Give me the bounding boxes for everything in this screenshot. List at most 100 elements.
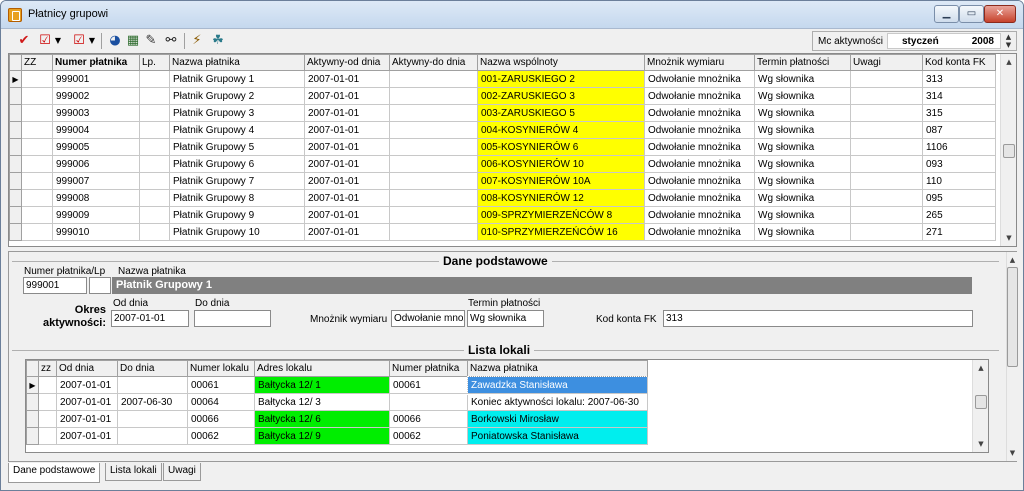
table-cell[interactable]: 999004 <box>52 121 140 139</box>
scroll-down-icon[interactable]: ▼ <box>1002 231 1016 245</box>
wand-icon[interactable]: ⚡ <box>190 32 204 49</box>
table-cell[interactable]: 00062 <box>389 427 468 445</box>
table-cell[interactable] <box>389 155 478 173</box>
table-cell[interactable]: 315 <box>922 104 996 122</box>
table-cell[interactable]: 005-KOSYNIERÓW 6 <box>477 138 645 156</box>
table-cell[interactable] <box>389 223 478 241</box>
table-cell[interactable] <box>21 70 53 88</box>
scroll-up-icon[interactable]: ▲ <box>1007 253 1018 267</box>
table-cell[interactable]: 00064 <box>187 393 255 411</box>
table-cell[interactable] <box>850 138 923 156</box>
lokale-column-header[interactable]: zz <box>38 360 57 377</box>
scroll-down-icon[interactable]: ▼ <box>1007 446 1018 460</box>
table-cell[interactable] <box>139 172 170 190</box>
table-cell[interactable] <box>139 121 170 139</box>
table-cell[interactable] <box>21 138 53 156</box>
table-row[interactable]: 999007 Płatnik Grupowy 7 2007-01-01 007-KOS… <box>9 172 996 190</box>
table-cell[interactable]: 2007-01-01 <box>304 206 390 224</box>
table-cell[interactable]: 095 <box>922 189 996 207</box>
table-cell[interactable] <box>139 206 170 224</box>
termin-field[interactable]: Wg słownika <box>467 310 544 327</box>
table-cell[interactable]: 314 <box>922 87 996 105</box>
table-cell[interactable]: 00061 <box>389 376 468 394</box>
table-cell[interactable] <box>850 155 923 173</box>
table-cell[interactable]: 2007-01-01 <box>56 410 118 428</box>
table-cell[interactable] <box>389 172 478 190</box>
table-cell[interactable]: Odwołanie mnożnika <box>644 155 755 173</box>
table-cell[interactable]: Wg słownika <box>754 223 851 241</box>
table-cell[interactable]: 313 <box>922 70 996 88</box>
grid-scrollbar[interactable]: ▲ ▼ <box>1000 54 1016 246</box>
lokale-column-header[interactable]: Numer płatnika <box>389 360 468 377</box>
table-cell[interactable]: Płatnik Grupowy 8 <box>169 189 305 207</box>
table-cell[interactable]: Odwołanie mnożnika <box>644 138 755 156</box>
list-item[interactable]: 2007-01-01 2007-06-30 00064 Bałtycka 12/ 3 K… <box>26 393 648 411</box>
table-cell[interactable]: 110 <box>922 172 996 190</box>
table-cell[interactable] <box>850 206 923 224</box>
mc-field[interactable]: styczeń 2008 <box>887 33 1001 49</box>
table-cell[interactable] <box>389 121 478 139</box>
table-cell[interactable]: Odwołanie mnożnika <box>644 189 755 207</box>
table-cell[interactable]: Odwołanie mnożnika <box>644 172 755 190</box>
table-cell[interactable] <box>850 189 923 207</box>
table-cell[interactable] <box>139 138 170 156</box>
table-cell[interactable]: Bałtycka 12/ 1 <box>254 376 390 394</box>
table-cell[interactable]: 006-KOSYNIERÓW 10 <box>477 155 645 173</box>
table-cell[interactable]: Wg słownika <box>754 172 851 190</box>
close-button[interactable]: ✕ <box>984 5 1016 23</box>
check-box-icon[interactable]: ☑ <box>71 32 87 49</box>
numer-field[interactable]: 999001 <box>23 277 87 294</box>
dropdown-arrow-icon[interactable]: ▼ <box>54 32 62 49</box>
table-cell[interactable]: Wg słownika <box>754 155 851 173</box>
table-cell[interactable]: 2007-01-01 <box>304 121 390 139</box>
column-header[interactable]: Numer płatnika <box>52 54 140 71</box>
table-cell[interactable]: 010-SPRZYMIERZEŃCÓW 16 <box>477 223 645 241</box>
table-cell[interactable] <box>117 376 188 394</box>
table-cell[interactable]: Koniec aktywności lokalu: 2007-06-30 <box>467 393 648 411</box>
lp-field[interactable] <box>89 277 111 294</box>
table-cell[interactable] <box>21 189 53 207</box>
table-cell[interactable]: 2007-01-01 <box>56 393 118 411</box>
table-cell[interactable] <box>850 223 923 241</box>
minimize-button[interactable]: ▁ <box>934 5 959 23</box>
table-row[interactable]: 999008 Płatnik Grupowy 8 2007-01-01 008-KOS… <box>9 189 996 207</box>
lokale-column-header[interactable]: Do dnia <box>117 360 188 377</box>
table-cell[interactable]: Płatnik Grupowy 7 <box>169 172 305 190</box>
table-cell[interactable]: Wg słownika <box>754 87 851 105</box>
column-header[interactable]: ZZ <box>21 54 53 71</box>
table-cell[interactable] <box>21 172 53 190</box>
table-cell[interactable] <box>38 376 57 394</box>
table-cell[interactable]: 999009 <box>52 206 140 224</box>
binoculars-icon[interactable]: ⚯ <box>163 32 179 49</box>
table-cell[interactable]: Odwołanie mnożnika <box>644 70 755 88</box>
list-item[interactable]: 2007-01-01 00066 Bałtycka 12/ 6 00066 Borkow… <box>26 410 648 428</box>
tab-dane-podstawowe[interactable]: Dane podstawowe <box>8 463 101 483</box>
table-row[interactable]: 999006 Płatnik Grupowy 6 2007-01-01 006-KOS… <box>9 155 996 173</box>
lokale-column-header[interactable]: Numer lokalu <box>187 360 255 377</box>
table-cell[interactable]: 001-ZARUSKIEGO 2 <box>477 70 645 88</box>
table-cell[interactable]: Wg słownika <box>754 138 851 156</box>
table-cell[interactable]: 999008 <box>52 189 140 207</box>
table-cell[interactable]: Płatnik Grupowy 3 <box>169 104 305 122</box>
table-cell[interactable]: 2007-01-01 <box>304 87 390 105</box>
table-cell[interactable]: Odwołanie mnożnika <box>644 223 755 241</box>
table-cell[interactable]: 999005 <box>52 138 140 156</box>
table-cell[interactable]: Odwołanie mnożnika <box>644 104 755 122</box>
table-cell[interactable]: 007-KOSYNIERÓW 10A <box>477 172 645 190</box>
tab-lista-lokali[interactable]: Lista lokali <box>105 463 162 481</box>
table-cell[interactable] <box>21 121 53 139</box>
table-cell[interactable]: Wg słownika <box>754 206 851 224</box>
table-cell[interactable] <box>850 172 923 190</box>
table-cell[interactable] <box>139 189 170 207</box>
table-cell[interactable]: Borkowski Mirosław <box>467 410 648 428</box>
table-row[interactable]: 999005 Płatnik Grupowy 5 2007-01-01 005-KOS… <box>9 138 996 156</box>
dropdown-arrow-icon[interactable]: ▼ <box>88 32 96 49</box>
table-cell[interactable]: 004-KOSYNIERÓW 4 <box>477 121 645 139</box>
table-cell[interactable]: Wg słownika <box>754 104 851 122</box>
column-header[interactable]: Nazwa płatnika <box>169 54 305 71</box>
table-cell[interactable] <box>389 87 478 105</box>
table-cell[interactable]: Wg słownika <box>754 70 851 88</box>
table-cell[interactable] <box>117 410 188 428</box>
od-dnia-field[interactable]: 2007-01-01 <box>111 310 189 327</box>
table-cell[interactable]: 002-ZARUSKIEGO 3 <box>477 87 645 105</box>
